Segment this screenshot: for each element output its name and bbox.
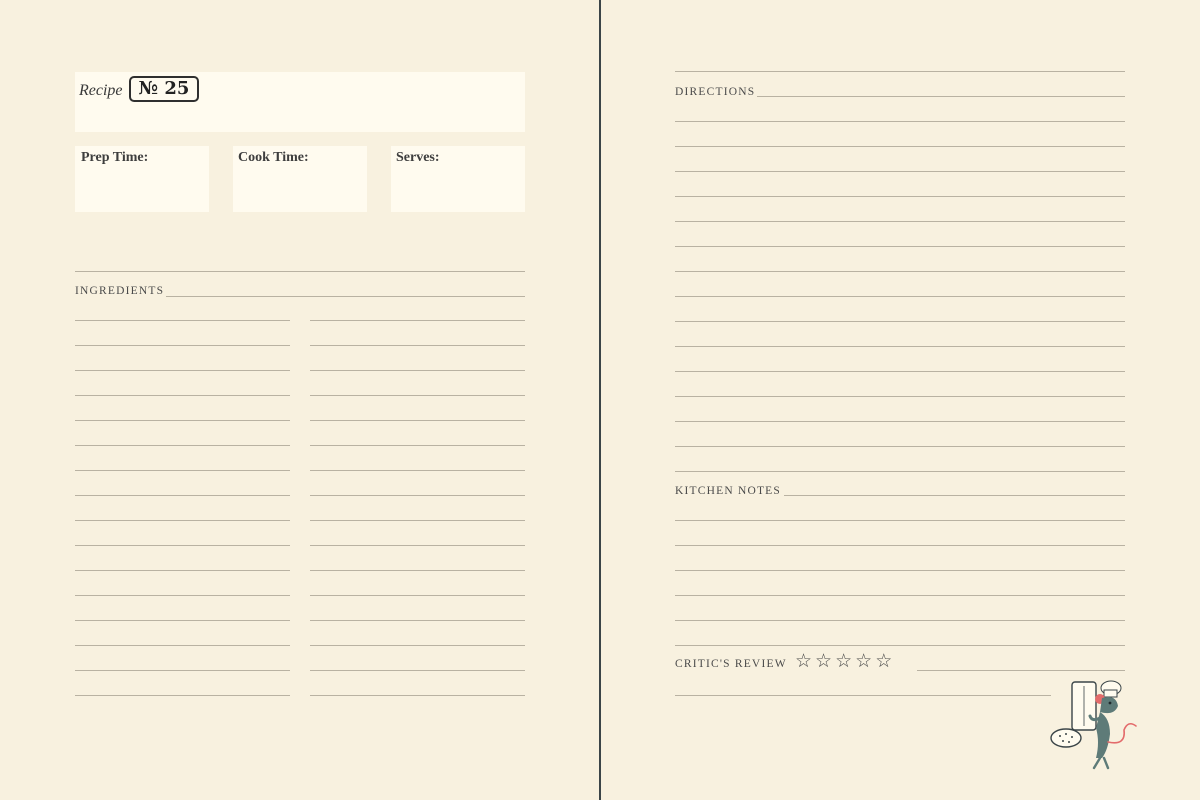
direction-line[interactable] (675, 396, 1125, 397)
recipe-label: Recipe (79, 82, 123, 99)
chef-rat-with-salt-shaker-icon (1050, 680, 1137, 770)
ingredient-line-left[interactable] (75, 395, 290, 396)
ingredient-line-left[interactable] (75, 645, 290, 646)
direction-line[interactable] (675, 221, 1125, 222)
ingredient-line-right[interactable] (310, 470, 525, 471)
direction-line[interactable] (675, 371, 1125, 372)
ingredient-line-right[interactable] (310, 595, 525, 596)
kitchen-note-line[interactable] (675, 645, 1125, 646)
rating-star-icon[interactable]: ☆ (815, 650, 835, 672)
ingredient-line-left[interactable] (75, 520, 290, 521)
rating-star-icon[interactable]: ☆ (855, 650, 875, 672)
rating-star-icon[interactable]: ☆ (795, 650, 815, 672)
right-page: DIRECTIONS KITCHEN NOTES CRITIC'S REVIEW… (601, 0, 1200, 800)
ingredient-line-right[interactable] (310, 395, 525, 396)
direction-line[interactable] (675, 321, 1125, 322)
ingredient-line-right[interactable] (310, 620, 525, 621)
ingredient-line-right[interactable] (310, 320, 525, 321)
direction-line[interactable] (675, 296, 1125, 297)
ingredient-line-left[interactable] (75, 670, 290, 671)
direction-line[interactable] (675, 121, 1125, 122)
ingredient-line-right[interactable] (310, 645, 525, 646)
critics-review-label: CRITIC'S REVIEW (675, 658, 787, 670)
direction-line[interactable] (675, 446, 1125, 447)
ingredient-line-left[interactable] (75, 595, 290, 596)
cookbook-spread: Recipe № 25 Prep Time: Cook Time: Serves… (0, 0, 1200, 800)
ingredient-line-left[interactable] (75, 695, 290, 696)
direction-line[interactable] (675, 346, 1125, 347)
direction-line[interactable] (675, 146, 1125, 147)
ingredient-line-left[interactable] (75, 320, 290, 321)
star-rating[interactable]: ☆☆☆☆☆ (795, 650, 895, 672)
ingredient-line-right[interactable] (310, 370, 525, 371)
kitchen-note-line[interactable] (675, 520, 1125, 521)
kitchen-note-line[interactable] (675, 545, 1125, 546)
rating-star-icon[interactable]: ☆ (835, 650, 855, 672)
left-page: Recipe № 25 Prep Time: Cook Time: Serves… (0, 0, 599, 800)
serves-label: Serves: (396, 150, 440, 165)
recipe-number-badge: № 25 (129, 76, 199, 102)
directions-top-rule (675, 71, 1125, 72)
ingredient-line-left[interactable] (75, 370, 290, 371)
ingredient-line-left[interactable] (75, 420, 290, 421)
kitchen-note-line[interactable] (675, 595, 1125, 596)
direction-line[interactable] (675, 471, 1125, 472)
ingredient-line-right[interactable] (310, 570, 525, 571)
ingredients-top-rule (75, 271, 525, 272)
kitchen-notes-label: KITCHEN NOTES (675, 485, 781, 497)
ingredients-label: INGREDIENTS (75, 285, 165, 297)
cook-time-label: Cook Time: (238, 150, 309, 165)
kitchen-note-line[interactable] (675, 570, 1125, 571)
ingredient-line-right[interactable] (310, 345, 525, 346)
ingredient-line-left[interactable] (75, 620, 290, 621)
kitchen-notes-label-rule (784, 495, 1125, 496)
ingredients-label-rule (166, 296, 525, 297)
ingredient-line-left[interactable] (75, 570, 290, 571)
ingredient-line-right[interactable] (310, 520, 525, 521)
kitchen-note-line[interactable] (675, 620, 1125, 621)
ingredient-line-left[interactable] (75, 495, 290, 496)
ingredient-line-right[interactable] (310, 695, 525, 696)
direction-line[interactable] (675, 171, 1125, 172)
direction-line[interactable] (675, 271, 1125, 272)
ingredient-line-left[interactable] (75, 445, 290, 446)
critics-review-rule-2 (675, 695, 1051, 696)
ingredient-line-right[interactable] (310, 670, 525, 671)
prep-time-label: Prep Time: (81, 150, 149, 165)
direction-line[interactable] (675, 246, 1125, 247)
direction-line[interactable] (675, 196, 1125, 197)
ingredient-line-right[interactable] (310, 420, 525, 421)
direction-line[interactable] (675, 421, 1125, 422)
ingredient-line-right[interactable] (310, 545, 525, 546)
ingredient-line-left[interactable] (75, 545, 290, 546)
rating-star-icon[interactable]: ☆ (875, 650, 895, 672)
ingredient-line-left[interactable] (75, 345, 290, 346)
ingredient-line-right[interactable] (310, 495, 525, 496)
directions-label: DIRECTIONS (675, 86, 756, 98)
ingredient-line-right[interactable] (310, 445, 525, 446)
directions-label-rule (757, 96, 1125, 97)
ingredient-line-left[interactable] (75, 470, 290, 471)
critics-review-rule (917, 670, 1125, 671)
